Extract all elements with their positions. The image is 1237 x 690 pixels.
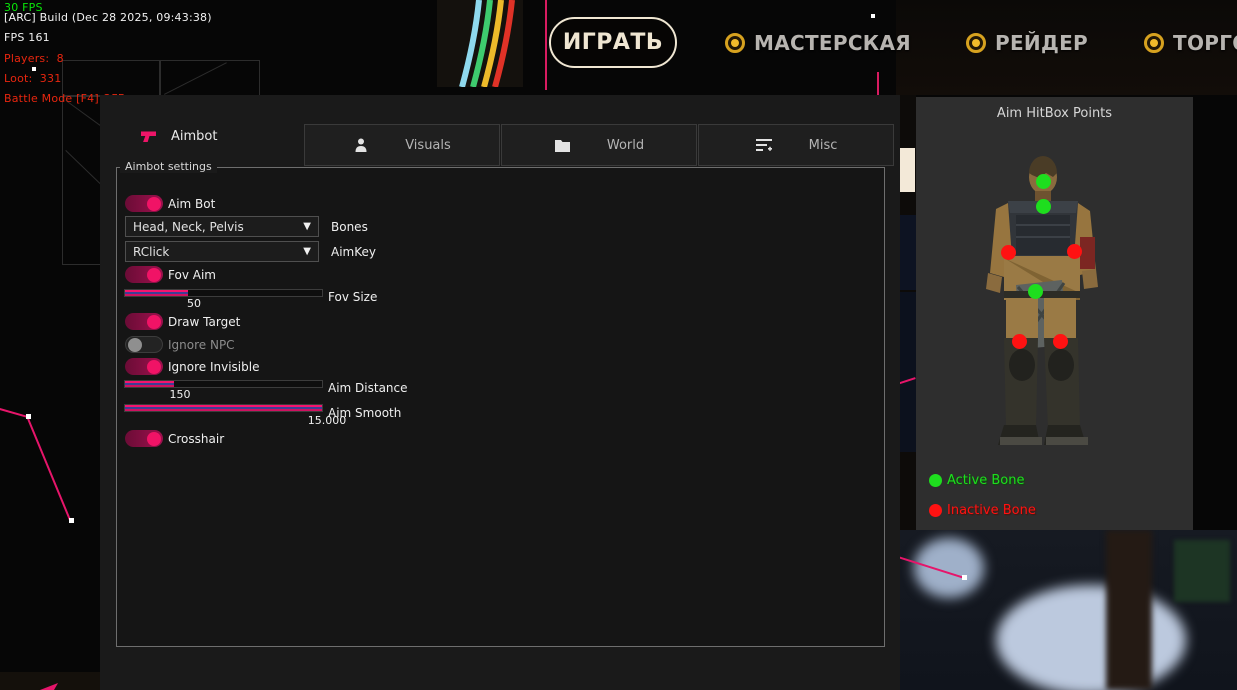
coin-icon (966, 33, 986, 53)
tab-label: Aimbot (171, 129, 217, 144)
toggle-knob (147, 315, 161, 329)
tab-visuals[interactable]: Visuals (304, 124, 500, 166)
game-background-bottom-right (896, 530, 1237, 690)
toggle-knob (147, 197, 161, 211)
nav-item-label: РЕЙДЕР (995, 31, 1088, 55)
aim-bot-toggle[interactable] (125, 195, 163, 212)
draw-target-label: Draw Target (168, 315, 240, 329)
right-shoulder-bone-dot[interactable] (1067, 244, 1082, 259)
left-hip-bone-dot[interactable] (1012, 334, 1027, 349)
neck-bone-dot[interactable] (1036, 199, 1051, 214)
hitbox-points-layer (916, 97, 1193, 530)
nav-item-label: ТОРГО (1173, 31, 1237, 55)
tab-aimbot[interactable]: Aimbot (140, 128, 217, 145)
fov-size-value: 50 (174, 297, 214, 310)
coin-icon (725, 33, 745, 53)
aimkey-label: AimKey (331, 245, 376, 259)
pistol-icon (140, 128, 157, 145)
aim-distance-value: 150 (160, 388, 200, 401)
bones-dropdown[interactable]: Head, Neck, Pelvis ▼ (125, 216, 319, 237)
rainbow-poster (437, 0, 527, 87)
ignore-invisible-toggle[interactable] (125, 358, 163, 375)
tab-label: Visuals (405, 138, 451, 153)
head-bone-dot[interactable] (1036, 174, 1051, 189)
pelvis-bone-dot[interactable] (1028, 284, 1043, 299)
aim-smooth-slider[interactable] (124, 404, 323, 412)
aimkey-dropdown-value: RClick (126, 245, 303, 259)
toggle-knob (128, 338, 142, 352)
toggle-knob (147, 360, 161, 374)
active-bone-label: Active Bone (947, 473, 1024, 488)
esp-node (69, 518, 74, 523)
bones-label: Bones (331, 220, 368, 234)
ignore-invisible-label: Ignore Invisible (168, 360, 259, 374)
left-shoulder-bone-dot[interactable] (1001, 245, 1016, 260)
nav-item-trade[interactable]: ТОРГО (1144, 31, 1237, 55)
loot-count: Loot: 331 (4, 72, 61, 85)
aimbot-settings-group: Aim Bot Head, Neck, Pelvis ▼ Bones RClic… (116, 167, 885, 647)
snow-blob (996, 585, 1186, 690)
folder-icon (554, 138, 571, 153)
inactive-bone-label: Inactive Bone (947, 503, 1036, 518)
snow-blob (914, 538, 984, 598)
game-background-rust-wall (1193, 95, 1237, 530)
play-button[interactable]: ИГРАТЬ (549, 17, 677, 68)
map-outline (62, 60, 160, 96)
nav-item-workshop[interactable]: МАСТЕРСКАЯ (725, 31, 911, 55)
slider-fill (125, 290, 188, 296)
ignore-npc-label: Ignore NPC (168, 338, 235, 352)
esp-triangle (26, 683, 58, 690)
crosshair-label: Crosshair (168, 432, 224, 446)
inactive-bone-dot (929, 504, 942, 517)
esp-dot (32, 67, 36, 71)
slider-fill (125, 405, 322, 411)
fov-aim-label: Fov Aim (168, 268, 216, 282)
esp-line (27, 416, 72, 521)
chevron-down-icon: ▼ (303, 246, 318, 257)
players-count: Players: 8 (4, 52, 64, 65)
tab-label: World (607, 138, 644, 153)
person-icon (353, 137, 369, 153)
bones-dropdown-value: Head, Neck, Pelvis (126, 220, 303, 234)
nav-item-label: МАСТЕРСКАЯ (754, 31, 911, 55)
tab-label: Misc (809, 138, 838, 153)
build-info: [ARC] Build (Dec 28 2025, 09:43:38) (4, 11, 212, 24)
tab-misc[interactable]: Misc (698, 124, 894, 166)
esp-vertical-line (877, 72, 879, 95)
section-title: Aimbot settings (120, 160, 217, 173)
aim-distance-label: Aim Distance (328, 381, 408, 395)
esp-node (962, 575, 967, 580)
ignore-npc-toggle[interactable] (125, 336, 163, 353)
nav-item-raider[interactable]: РЕЙДЕР (966, 31, 1088, 55)
right-hip-bone-dot[interactable] (1053, 334, 1068, 349)
crosshair-toggle[interactable] (125, 430, 163, 447)
esp-vertical-line (545, 0, 547, 90)
chevron-down-icon: ▼ (303, 221, 318, 232)
esp-line (0, 408, 28, 417)
aim-distance-slider[interactable] (124, 380, 323, 388)
aim-bot-label: Aim Bot (168, 197, 215, 211)
coin-icon (1144, 33, 1164, 53)
hitbox-panel: Aim HitBox Points (916, 97, 1193, 530)
sliders-icon (755, 137, 773, 153)
fov-size-label: Fov Size (328, 290, 377, 304)
esp-dot (871, 14, 875, 18)
slider-fill (125, 381, 174, 387)
toggle-knob (147, 432, 161, 446)
fov-aim-toggle[interactable] (125, 266, 163, 283)
fps-info: FPS 161 (4, 31, 50, 44)
active-bone-dot (929, 474, 942, 487)
aimkey-dropdown[interactable]: RClick ▼ (125, 241, 319, 262)
tab-world[interactable]: World (501, 124, 697, 166)
esp-node (26, 414, 31, 419)
pillar (1106, 530, 1152, 690)
exit-sign (1174, 540, 1230, 602)
map-outline (160, 60, 260, 96)
fov-size-slider[interactable] (124, 289, 323, 297)
cheat-menu-panel: Aimbot Visuals World Misc Aim Bot Head, … (100, 95, 900, 690)
toggle-knob (147, 268, 161, 282)
draw-target-toggle[interactable] (125, 313, 163, 330)
aim-smooth-label: Aim Smooth (328, 406, 401, 420)
